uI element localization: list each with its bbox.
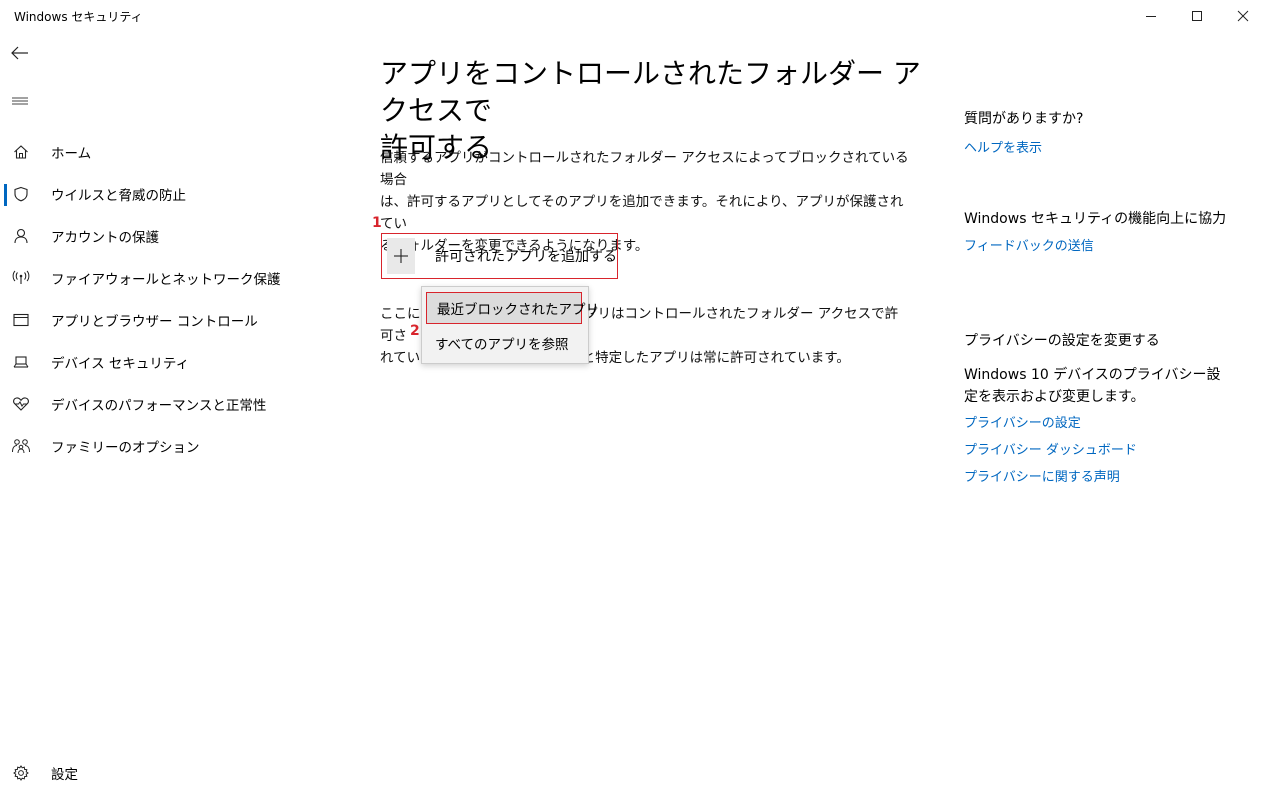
help-section: 質問がありますか? ヘルプを表示 — [964, 108, 1083, 160]
sidebar-item-app-browser[interactable]: アプリとブラウザー コントロール — [0, 299, 300, 341]
privacy-statement-link[interactable]: プライバシーに関する声明 — [964, 467, 1229, 489]
sidebar-item-label: ホーム — [51, 146, 92, 162]
improve-heading: Windows セキュリティの機能向上に協力 — [964, 211, 1227, 227]
person-icon — [11, 226, 31, 246]
heart-icon — [11, 394, 31, 414]
sidebar-item-account-protection[interactable]: アカウントの保護 — [0, 215, 300, 257]
maximize-icon — [1192, 11, 1202, 21]
sidebar-item-home[interactable]: ホーム — [0, 131, 300, 173]
sidebar-item-label: デバイスのパフォーマンスと正常性 — [51, 398, 267, 414]
sidebar-item-label: ファイアウォールとネットワーク保護 — [51, 272, 281, 288]
gear-icon — [11, 763, 31, 783]
description-line: 信頼するアプリがコントロールされたフォルダー アクセスによってブロックされている… — [380, 150, 909, 188]
sidebar-item-label: ウイルスと脅威の防止 — [51, 188, 186, 204]
close-button[interactable] — [1220, 0, 1266, 32]
step-marker-1: 1 — [372, 215, 382, 231]
add-allowed-app-button[interactable]: 許可されたアプリを追加する — [381, 233, 618, 279]
info-fragment: リと特定したアプリは常に許可されています。 — [568, 350, 850, 366]
sidebar-item-family[interactable]: ファミリーのオプション — [0, 425, 300, 467]
menu-item-recently-blocked[interactable]: 最近ブロックされたアプリ — [426, 292, 599, 324]
wifi-antenna-icon — [11, 268, 31, 288]
sidebar-item-settings[interactable]: 設定 — [0, 752, 200, 794]
menu-item-browse-all-apps[interactable]: すべてのアプリを参照 — [422, 326, 588, 360]
sidebar-item-firewall[interactable]: ファイアウォールとネットワーク保護 — [0, 257, 300, 299]
sidebar-nav: ホーム ウイルスと脅威の防止 アカウントの保護 ファイアウォールとネットワーク保… — [0, 131, 300, 467]
help-link[interactable]: ヘルプを表示 — [964, 138, 1083, 160]
sidebar-item-label: アプリとブラウザー コントロール — [51, 314, 258, 330]
privacy-section: プライバシーの設定を変更する Windows 10 デバイスのプライバシー設定を… — [964, 330, 1229, 489]
shield-icon — [11, 184, 31, 204]
description-line: は、許可するアプリとしてそのアプリを追加できます。それにより、アプリが保護されて… — [380, 194, 904, 232]
sidebar-item-device-performance[interactable]: デバイスのパフォーマンスと正常性 — [0, 383, 300, 425]
windows-security-window: Windows セキュリティ ホーム ウイルスと脅威の防止 アカウントの保護 フ… — [0, 0, 1268, 800]
help-heading: 質問がありますか? — [964, 111, 1084, 127]
title-bar: Windows セキュリティ — [0, 0, 1268, 32]
add-app-dropdown-menu: 最近ブロックされたアプリ すべてのアプリを参照 — [421, 286, 599, 364]
app-title: Windows セキュリティ — [14, 10, 143, 24]
close-icon — [1237, 10, 1249, 22]
privacy-text: Windows 10 デバイスのプライバシー設定を表示および変更します。 — [964, 367, 1221, 405]
page-title-line-1: アプリをコントロールされたフォルダー アクセスで — [380, 57, 921, 127]
privacy-heading: プライバシーの設定を変更する — [964, 333, 1160, 349]
back-arrow-icon — [11, 46, 28, 60]
sidebar-item-label: ファミリーのオプション — [51, 440, 200, 456]
info-fragment: れてい — [380, 350, 421, 366]
feedback-section: Windows セキュリティの機能向上に協力 フィードバックの送信 — [964, 208, 1229, 258]
sidebar-item-virus-protection[interactable]: ウイルスと脅威の防止 — [0, 173, 300, 215]
privacy-settings-link[interactable]: プライバシーの設定 — [964, 413, 1229, 435]
sidebar-item-device-security[interactable]: デバイス セキュリティ — [0, 341, 300, 383]
plus-icon — [387, 238, 415, 274]
home-icon — [11, 142, 31, 162]
settings-label: 設定 — [51, 767, 78, 783]
laptop-icon — [11, 352, 31, 372]
minimize-icon — [1146, 16, 1156, 17]
back-button[interactable] — [0, 36, 40, 70]
browser-window-icon — [11, 310, 31, 330]
add-allowed-app-label: 許可されたアプリを追加する — [435, 249, 617, 265]
step-marker-2: 2 — [410, 323, 420, 339]
hamburger-icon — [12, 97, 28, 105]
hamburger-menu-button[interactable] — [0, 84, 40, 118]
sidebar-item-label: デバイス セキュリティ — [51, 356, 190, 372]
minimize-button[interactable] — [1128, 0, 1174, 32]
sidebar-item-label: アカウントの保護 — [51, 230, 159, 246]
feedback-link[interactable]: フィードバックの送信 — [964, 236, 1229, 258]
family-icon — [11, 436, 31, 456]
privacy-dashboard-link[interactable]: プライバシー ダッシュボード — [964, 440, 1229, 462]
maximize-button[interactable] — [1174, 0, 1220, 32]
